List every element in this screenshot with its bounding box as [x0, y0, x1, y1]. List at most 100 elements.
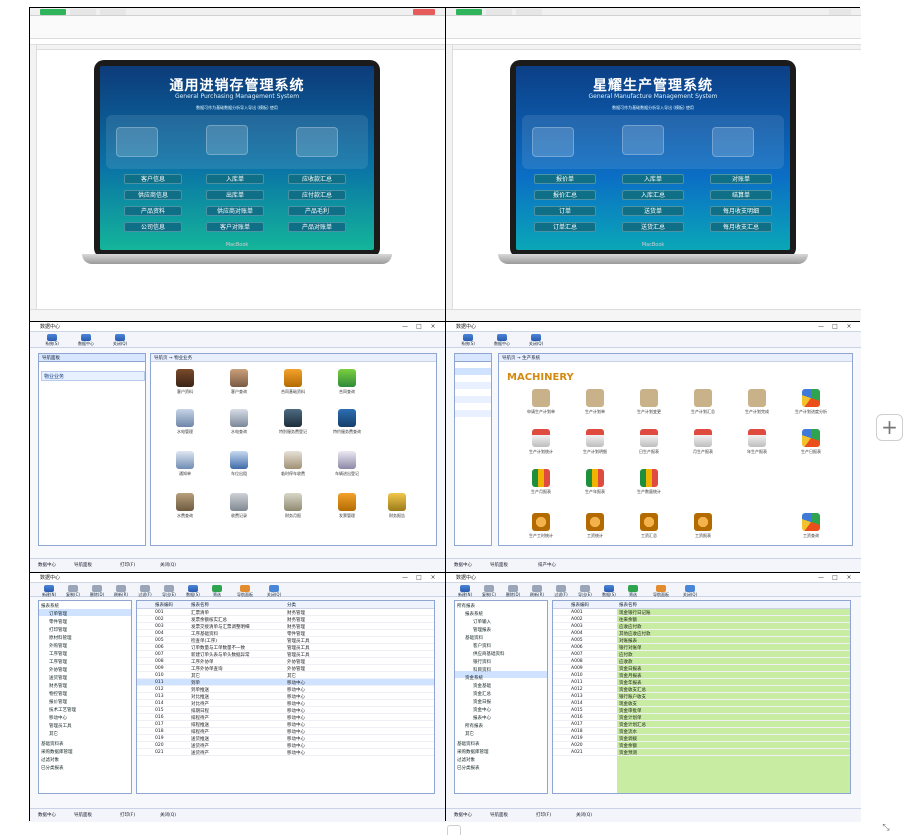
icon-tile[interactable]: 合同基础资料	[271, 369, 315, 399]
icon-tile[interactable]: 财务报告	[377, 493, 417, 523]
menu-button[interactable]: 送货单	[622, 206, 684, 216]
minimize-icon[interactable]: —	[401, 323, 409, 331]
tree-item[interactable]: 过滤对象	[457, 757, 475, 763]
menu-button[interactable]: 每月收支明细	[710, 206, 772, 216]
toolbar-button[interactable]: 导出(E)	[574, 585, 596, 597]
menu-button[interactable]: 对账单	[710, 174, 772, 184]
table-row[interactable]: 010 其它 其它	[137, 672, 434, 679]
menu-button[interactable]: 结算单	[710, 190, 772, 200]
excel-tab[interactable]	[516, 9, 542, 15]
tree-item[interactable]: 报表系统	[41, 603, 59, 609]
table-row[interactable]: 004 工序基础资料 零件管理	[137, 630, 434, 637]
tree-item[interactable]: 资金系统	[465, 675, 483, 681]
zoom-in-button[interactable]: +	[876, 414, 903, 441]
toolbar-button[interactable]: 导航面板	[230, 585, 260, 597]
tree-item[interactable]: 采购数据库管理	[457, 749, 489, 755]
icon-tile[interactable]: 通知单	[163, 451, 207, 481]
icon-tile[interactable]: 月生产报表	[681, 429, 725, 459]
excel-window-control[interactable]	[829, 9, 851, 15]
menu-button[interactable]: 报价汇总	[534, 190, 596, 200]
table-row[interactable]: A002 往来余额	[553, 616, 850, 623]
table-row[interactable]: A021 资金预测	[553, 749, 850, 756]
toolbar-button[interactable]: 刷新(R)	[526, 585, 548, 597]
table-row[interactable]: 008 工序外协单 外协管理	[137, 658, 434, 665]
tree-item[interactable]: 工序管理	[49, 659, 67, 665]
icon-tile[interactable]: 工资报表	[681, 513, 725, 543]
toolbar-data-center-button[interactable]: 数据中心	[486, 334, 518, 346]
menu-button[interactable]: 产品毛利	[288, 206, 346, 216]
menu-button[interactable]: 订单汇总	[534, 222, 596, 232]
menu-button[interactable]: 供应商对账单	[206, 206, 264, 216]
toolbar-button[interactable]: 关闭(Q)	[678, 585, 702, 597]
table-row[interactable]: A003 应收应付款	[553, 623, 850, 630]
menu-button[interactable]: 每月收支汇总	[710, 222, 772, 232]
icon-tile[interactable]: 收费记录	[217, 493, 261, 523]
icon-tile[interactable]: 生产月报表	[519, 469, 563, 499]
tree-item[interactable]: 订单输入	[473, 619, 491, 625]
menu-button[interactable]: 产品对账单	[288, 222, 346, 232]
icon-tile[interactable]: 工资统计	[573, 513, 617, 543]
close-icon[interactable]: ×	[429, 574, 437, 582]
minimize-icon[interactable]: —	[401, 574, 409, 582]
table-row[interactable]: 016 排程待产 移动中心	[137, 714, 434, 721]
table-row[interactable]: 002 发票余额核实汇总 财务管理	[137, 616, 434, 623]
toolbar-close-button[interactable]: 关闭(Q)	[522, 334, 550, 346]
tree-item[interactable]: 管理员工具	[49, 723, 72, 729]
toolbar-button[interactable]: 筛选	[206, 585, 228, 597]
toolbar-button[interactable]: 新建(N)	[38, 585, 60, 597]
close-icon[interactable]: ×	[429, 323, 437, 331]
column-header[interactable]: 报表名称	[619, 602, 637, 608]
tree-item[interactable]: 打印管理	[49, 627, 67, 633]
tree-item[interactable]: 资金中心	[473, 707, 491, 713]
table-row[interactable]: 015 排期日程 移动中心	[137, 707, 434, 714]
excel-tab[interactable]	[70, 9, 96, 15]
table-row[interactable]: 012 到单推送 移动中心	[137, 686, 434, 693]
tree-item[interactable]: 报表中心	[473, 715, 491, 721]
icon-tile[interactable]: 水电管理	[163, 409, 207, 439]
toolbar-button[interactable]: 导出(E)	[158, 585, 180, 597]
toolbar-button[interactable]: 复制(C)	[478, 585, 500, 597]
bottom-expand-tab[interactable]	[447, 825, 461, 835]
tree-item[interactable]: 报表系统	[465, 611, 483, 617]
tree-item[interactable]: 报价管理	[49, 699, 67, 705]
toolbar-button[interactable]: 刷新(R)	[110, 585, 132, 597]
toolbar-button[interactable]: 筛选	[622, 585, 644, 597]
icon-tile[interactable]: 生产计划汇总	[681, 389, 725, 419]
toolbar-system-button[interactable]: 系统(S)	[454, 334, 482, 346]
menu-button[interactable]: 出库单	[206, 190, 264, 200]
table-row[interactable]: A007 应付款	[553, 651, 850, 658]
minimize-icon[interactable]: —	[817, 323, 825, 331]
menu-button[interactable]: 入库单	[622, 174, 684, 184]
tree-item[interactable]: 零件管理	[49, 619, 67, 625]
navigation-strip-item[interactable]	[455, 396, 491, 403]
toolbar-button[interactable]: 新建(N)	[454, 585, 476, 597]
table-row[interactable]: 018 排程待产 移动中心	[137, 728, 434, 735]
tree-item[interactable]: 供应商基础资料	[473, 651, 505, 657]
tree-item[interactable]: 基础资料表	[41, 741, 64, 747]
icon-tile[interactable]: 生产计划单	[573, 389, 617, 419]
icon-tile[interactable]: 生产计划变更	[627, 389, 671, 419]
icon-tile[interactable]: 水电查询	[217, 409, 261, 439]
icon-tile[interactable]: 客户查询	[217, 369, 261, 399]
menu-button[interactable]: 入库单	[206, 174, 264, 184]
toolbar-button[interactable]: 导航面板	[646, 585, 676, 597]
toolbar-button[interactable]: 过滤(F)	[550, 585, 572, 597]
minimize-icon[interactable]: —	[817, 574, 825, 582]
tree-item[interactable]: 财务管理	[49, 683, 67, 689]
icon-tile[interactable]: 生产计划统计	[519, 429, 563, 459]
toolbar-button[interactable]: 关闭(Q)	[262, 585, 286, 597]
toolbar-close-button[interactable]: 关闭(Q)	[106, 334, 134, 346]
tree-item[interactable]: 基础资料	[465, 635, 483, 641]
excel-tab[interactable]	[486, 9, 512, 15]
tree-item[interactable]: 其它	[465, 731, 474, 737]
tree-item[interactable]: 工序管理	[49, 651, 67, 657]
icon-tile[interactable]: 客户资料	[163, 369, 207, 399]
icon-tile[interactable]: 特约服务费查询	[325, 409, 369, 439]
icon-tile[interactable]: 生产工时统计	[519, 513, 563, 543]
maximize-icon[interactable]: □	[831, 574, 839, 582]
navigation-strip-item[interactable]	[455, 382, 491, 389]
table-row[interactable]: A006 银行对账单	[553, 644, 850, 651]
menu-button[interactable]: 公司信息	[124, 222, 182, 232]
table-row[interactable]: 021 送货待产 移动中心	[137, 749, 434, 756]
icon-tile[interactable]: 财务月报	[271, 493, 315, 523]
